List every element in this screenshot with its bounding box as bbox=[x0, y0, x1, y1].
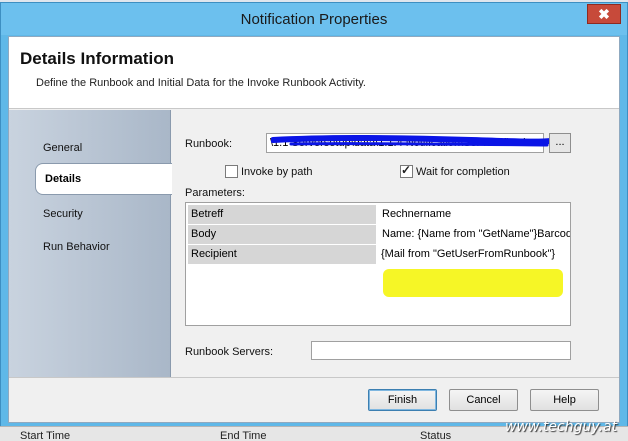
close-button[interactable]: ✖ bbox=[587, 4, 621, 24]
table-row[interactable]: Betreff Rechnername bbox=[188, 205, 570, 225]
nav-item-details-label: Details bbox=[45, 173, 82, 185]
redaction-scribble bbox=[271, 135, 553, 147]
nav-item-details[interactable]: Details bbox=[35, 163, 172, 195]
wait-for-completion-label: Wait for completion bbox=[416, 166, 510, 178]
parameter-value[interactable]: Name: {Name from "GetName"}Barcode bbox=[378, 225, 570, 244]
parameter-value[interactable]: Rechnername bbox=[378, 205, 570, 224]
recipient-value[interactable]: {Mail from "GetUserFromRunbook"} bbox=[377, 245, 569, 264]
page-title: Details Information bbox=[20, 49, 174, 68]
browse-runbook-button[interactable]: ... bbox=[549, 133, 571, 153]
runbook-label: Runbook: bbox=[185, 138, 233, 150]
close-icon: ✖ bbox=[598, 6, 610, 22]
window-title: Notification Properties bbox=[240, 11, 388, 28]
parameter-name: Betreff bbox=[188, 205, 376, 224]
parameter-name: Recipient bbox=[188, 245, 376, 264]
nav-item-run-behavior[interactable]: Run Behavior bbox=[43, 241, 110, 253]
runbook-servers-field[interactable] bbox=[311, 341, 571, 360]
notification-properties-dialog: Notification Properties ✖ Details Inform… bbox=[0, 2, 628, 428]
dialog-client-area: Details Information Define the Runbook a… bbox=[8, 36, 620, 423]
title-bar: Notification Properties ✖ bbox=[1, 3, 627, 35]
nav-item-security[interactable]: Security bbox=[43, 208, 83, 220]
parameters-table: Betreff Rechnername Body Name: {Name fro… bbox=[185, 202, 571, 326]
parameters-label: Parameters: bbox=[185, 187, 245, 199]
invoke-by-path-checkbox[interactable] bbox=[225, 165, 238, 178]
finish-button[interactable]: Finish bbox=[368, 389, 437, 411]
watermark: www.techguy.at bbox=[505, 419, 618, 435]
table-row[interactable]: Body Name: {Name from "GetName"}Barcode bbox=[188, 225, 570, 245]
help-button[interactable]: Help bbox=[530, 389, 599, 411]
parameter-name: Body bbox=[188, 225, 376, 244]
left-nav: General Details Security Run Behavior bbox=[9, 110, 172, 377]
cancel-button[interactable]: Cancel bbox=[449, 389, 518, 411]
annotation-highlight bbox=[383, 269, 563, 297]
runbook-servers-label: Runbook Servers: bbox=[185, 346, 274, 358]
invoke-by-path-label: Invoke by path bbox=[241, 166, 313, 178]
wait-for-completion-checkbox[interactable] bbox=[400, 163, 413, 178]
page-description: Define the Runbook and Initial Data for … bbox=[36, 77, 366, 89]
column-end-time: End Time bbox=[220, 430, 267, 441]
details-header: Details Information Define the Runbook a… bbox=[9, 37, 619, 109]
column-start-time: Start Time bbox=[20, 430, 71, 441]
column-status: Status bbox=[420, 430, 452, 441]
dialog-footer: Finish Cancel Help bbox=[9, 377, 619, 422]
nav-item-general[interactable]: General bbox=[43, 142, 82, 154]
